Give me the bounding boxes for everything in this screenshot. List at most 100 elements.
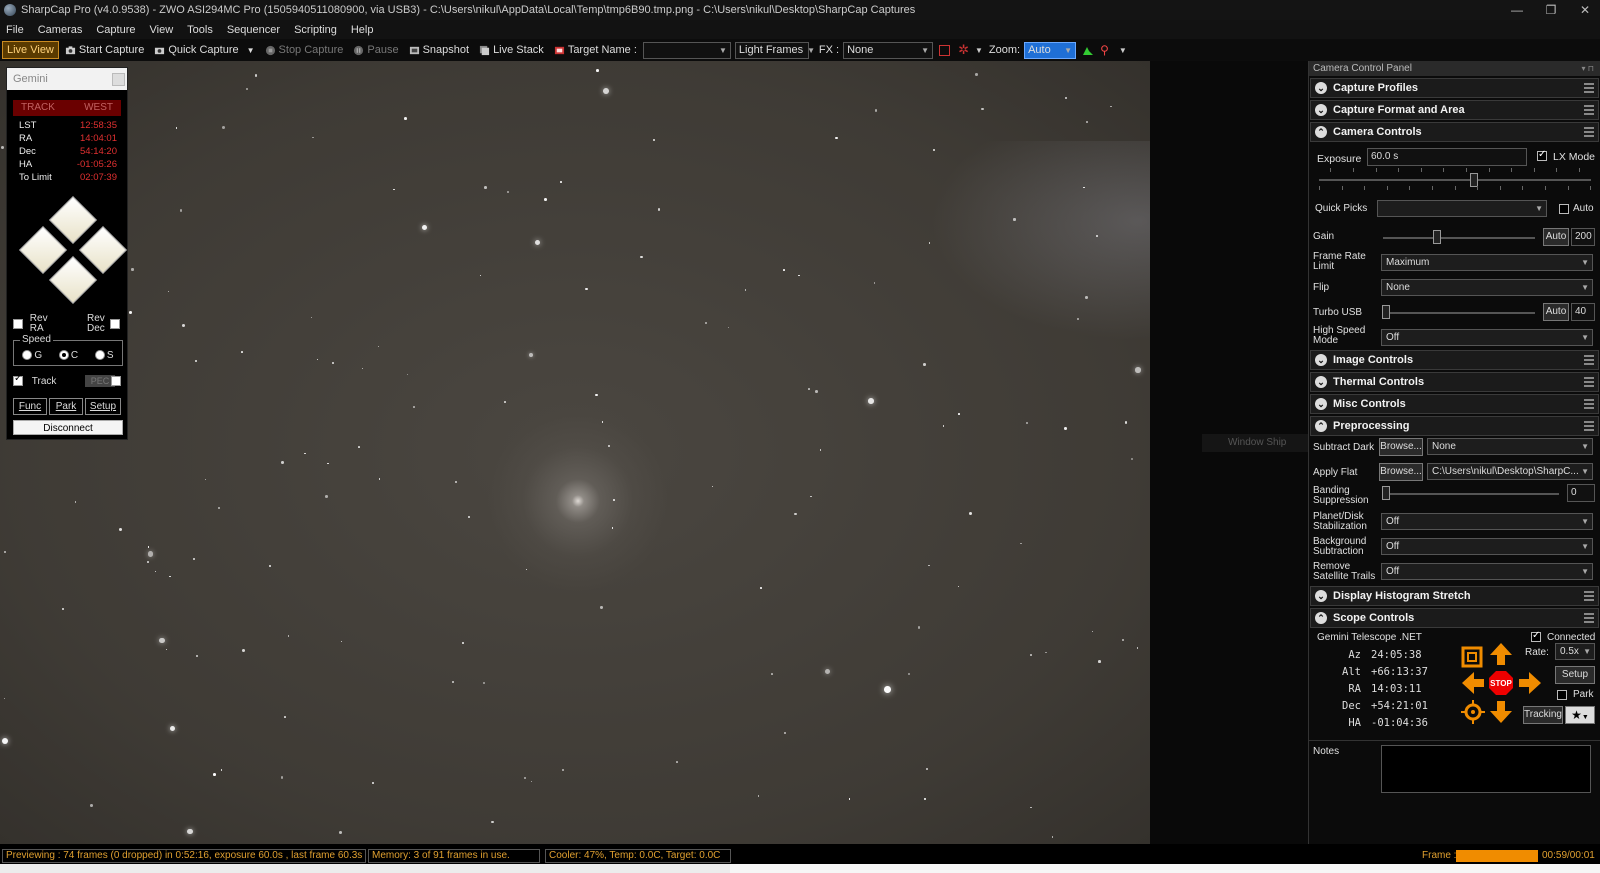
fx-select[interactable]: None ▼ xyxy=(843,41,934,59)
section-capture-format[interactable]: ⌄ Capture Format and Area xyxy=(1310,100,1599,120)
exposure-slider-track[interactable] xyxy=(1319,179,1591,181)
menu-file[interactable]: File xyxy=(6,24,24,36)
hamburger-icon[interactable] xyxy=(1584,127,1594,137)
crosshair-box-icon[interactable] xyxy=(939,44,951,56)
apply-flat-browse-button[interactable]: Browse... xyxy=(1379,463,1423,481)
turbo-slider-track[interactable] xyxy=(1383,312,1535,314)
menu-capture[interactable]: Capture xyxy=(96,24,135,36)
menu-help[interactable]: Help xyxy=(351,24,374,36)
start-capture-button[interactable]: Start Capture xyxy=(61,41,148,59)
frame-rate-select[interactable]: Maximum ▼ xyxy=(1381,254,1593,271)
frame-type-select[interactable]: Light Frames ▼ xyxy=(734,41,815,59)
hamburger-icon[interactable] xyxy=(1584,355,1594,365)
speed-s-radio[interactable]: S xyxy=(94,350,114,361)
target-name-input[interactable]: ▼ xyxy=(642,41,731,59)
turbo-input[interactable]: 40 xyxy=(1571,303,1595,321)
setup-button[interactable]: Setup xyxy=(85,398,121,415)
chevron-down-icon[interactable]: ▼ xyxy=(975,46,983,55)
hamburger-icon[interactable] xyxy=(1584,83,1594,93)
connected-checkbox[interactable] xyxy=(1531,630,1541,643)
planet-stabilization-select[interactable]: Off ▼ xyxy=(1381,513,1593,530)
banding-slider-thumb[interactable] xyxy=(1382,486,1390,500)
arrow-left-icon[interactable] xyxy=(1460,670,1486,696)
section-image-controls[interactable]: ⌄ Image Controls xyxy=(1310,350,1599,370)
gain-slider-thumb[interactable] xyxy=(1433,230,1441,244)
gemini-menu-button[interactable] xyxy=(112,72,125,86)
turbo-slider-thumb[interactable] xyxy=(1382,305,1390,319)
high-speed-select[interactable]: Off ▼ xyxy=(1381,329,1593,346)
gain-auto-button[interactable]: Auto xyxy=(1543,228,1569,246)
south-button[interactable] xyxy=(48,255,98,305)
minimize-button[interactable]: — xyxy=(1500,0,1534,20)
hamburger-icon[interactable] xyxy=(1584,591,1594,601)
section-preprocessing[interactable]: ⌃ Preprocessing xyxy=(1310,416,1599,436)
tracking-mode-select[interactable]: ★▼ xyxy=(1565,706,1595,724)
section-scope-controls[interactable]: ⌃ Scope Controls xyxy=(1310,608,1599,628)
background-subtraction-select[interactable]: Off ▼ xyxy=(1381,538,1593,555)
stop-capture-button[interactable]: Stop Capture xyxy=(261,41,348,59)
subtract-dark-select[interactable]: None ▼ xyxy=(1427,438,1593,455)
flip-select[interactable]: None ▼ xyxy=(1381,279,1593,296)
arrow-down-icon[interactable] xyxy=(1488,699,1514,725)
quick-picks-auto-checkbox[interactable] xyxy=(1559,203,1569,215)
snapshot-button[interactable]: Snapshot xyxy=(405,41,473,59)
satellite-trails-select[interactable]: Off ▼ xyxy=(1381,563,1593,580)
hamburger-icon[interactable] xyxy=(1584,613,1594,623)
hamburger-icon[interactable] xyxy=(1584,399,1594,409)
section-display-histogram[interactable]: ⌄ Display Histogram Stretch xyxy=(1310,586,1599,606)
chevron-down-icon[interactable]: ▼ xyxy=(247,46,255,55)
scope-setup-button[interactable]: Setup xyxy=(1555,666,1595,684)
section-misc-controls[interactable]: ⌄ Misc Controls xyxy=(1310,394,1599,414)
scope-park-checkbox[interactable] xyxy=(1557,689,1567,701)
subtract-dark-browse-button[interactable]: Browse... xyxy=(1379,438,1423,456)
apply-flat-select[interactable]: C:\Users\nikul\Desktop\SharpC... ▼ xyxy=(1427,463,1593,480)
gain-input[interactable]: 200 xyxy=(1571,228,1595,246)
section-thermal-controls[interactable]: ⌄ Thermal Controls xyxy=(1310,372,1599,392)
turbo-auto-button[interactable]: Auto xyxy=(1543,303,1569,321)
tracking-button[interactable]: Tracking xyxy=(1523,706,1563,724)
live-view-button[interactable]: Live View xyxy=(2,41,59,59)
menu-cameras[interactable]: Cameras xyxy=(38,24,83,36)
image-viewport[interactable] xyxy=(0,61,1150,844)
histogram-icon[interactable] xyxy=(1082,44,1094,56)
speed-c-radio[interactable]: C xyxy=(58,350,78,361)
hamburger-icon[interactable] xyxy=(1584,377,1594,387)
banding-input[interactable]: 0 xyxy=(1567,484,1595,502)
close-button[interactable]: ✕ xyxy=(1568,0,1600,20)
exposure-input[interactable]: 60.0 s xyxy=(1367,148,1527,166)
quick-capture-button[interactable]: Quick Capture ▼ xyxy=(150,41,258,59)
restore-button[interactable]: ❐ xyxy=(1534,0,1568,20)
pec-checkbox[interactable] xyxy=(111,376,121,386)
func-button[interactable]: Func xyxy=(13,398,47,415)
park-button[interactable]: Park xyxy=(49,398,83,415)
menu-scripting[interactable]: Scripting xyxy=(294,24,337,36)
exposure-slider-thumb[interactable] xyxy=(1470,173,1478,187)
track-checkbox[interactable]: Track xyxy=(13,374,56,387)
live-stack-button[interactable]: Live Stack xyxy=(475,41,548,59)
banding-slider-track[interactable] xyxy=(1383,493,1559,495)
notes-textarea[interactable] xyxy=(1381,745,1591,793)
pin-icon[interactable]: ▾ ⊓ xyxy=(1582,61,1594,76)
goto-icon[interactable] xyxy=(1459,644,1485,670)
lx-mode-checkbox[interactable] xyxy=(1537,149,1547,162)
section-camera-controls[interactable]: ⌃ Camera Controls xyxy=(1310,122,1599,142)
reticle-icon[interactable]: ✲ xyxy=(958,42,969,58)
crosshair-icon[interactable] xyxy=(1460,699,1486,725)
zoom-search-icon[interactable]: ⚲ xyxy=(1100,43,1109,57)
arrow-up-icon[interactable] xyxy=(1488,641,1514,667)
east-button[interactable] xyxy=(18,225,68,275)
section-capture-profiles[interactable]: ⌄ Capture Profiles xyxy=(1310,78,1599,98)
rev-dec-checkbox[interactable]: Rev Dec xyxy=(87,314,120,334)
rate-select[interactable]: 0.5x ▼ xyxy=(1555,643,1595,660)
menu-view[interactable]: View xyxy=(150,24,174,36)
quick-picks-select[interactable]: ▼ xyxy=(1377,200,1547,217)
disconnect-button[interactable]: Disconnect xyxy=(13,420,123,435)
pause-button[interactable]: Pause xyxy=(349,41,402,59)
zoom-select[interactable]: Auto ▼ xyxy=(1024,41,1077,59)
rev-ra-checkbox[interactable]: Rev RA xyxy=(13,314,56,334)
menu-tools[interactable]: Tools xyxy=(187,24,213,36)
stop-sign-icon[interactable]: STOP xyxy=(1488,670,1514,696)
hamburger-icon[interactable] xyxy=(1584,105,1594,115)
menu-sequencer[interactable]: Sequencer xyxy=(227,24,280,36)
west-button[interactable] xyxy=(78,225,128,275)
